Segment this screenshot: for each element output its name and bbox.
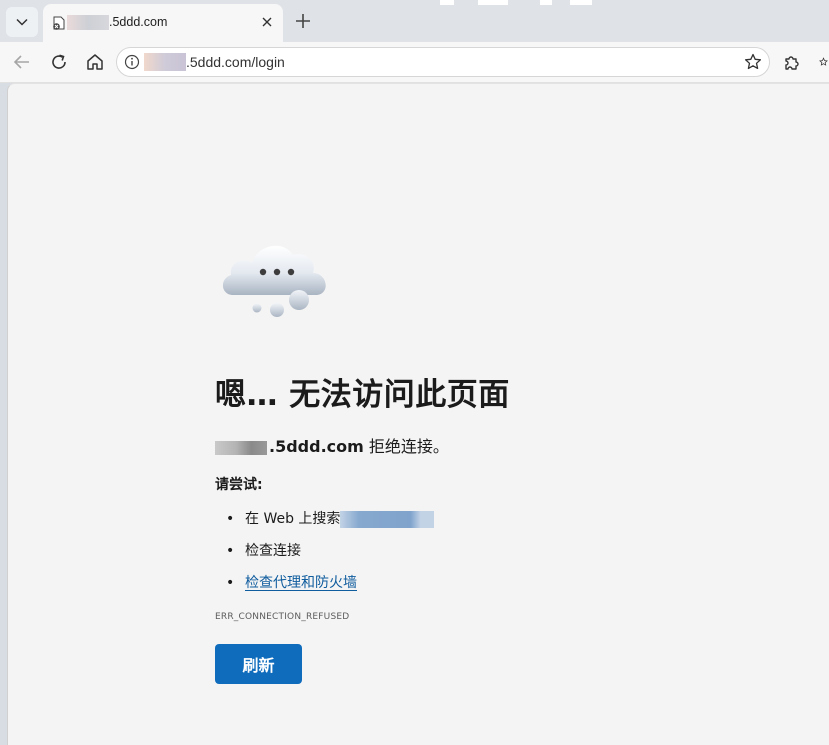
tab-actions-button[interactable] bbox=[6, 7, 38, 37]
suggestion-check-connection-label: 检查连接 bbox=[245, 543, 301, 559]
favorites-button[interactable] bbox=[818, 51, 829, 73]
background-logo-fragment bbox=[440, 0, 592, 5]
home-icon bbox=[87, 54, 103, 70]
search-query-redacted bbox=[340, 510, 435, 528]
reload-icon bbox=[52, 54, 66, 69]
extensions-button[interactable] bbox=[781, 51, 803, 73]
tab-title: .5ddd.com bbox=[109, 15, 168, 29]
suggestion-search-prefix: 在 Web 上搜索 bbox=[245, 511, 341, 527]
try-heading: 请尝试: bbox=[215, 477, 263, 493]
site-error-favicon bbox=[53, 16, 65, 30]
url-text[interactable]: .5ddd.com/login bbox=[186, 54, 285, 70]
refused-text: 拒绝连接。 bbox=[368, 437, 449, 456]
address-bar[interactable]: .5ddd.com/login bbox=[116, 47, 770, 77]
active-tab[interactable]: .5ddd.com bbox=[43, 4, 283, 42]
favorites-icon bbox=[819, 57, 828, 66]
tab-strip: .5ddd.com bbox=[0, 0, 829, 42]
error-host: .5ddd.com bbox=[269, 437, 364, 456]
back-icon bbox=[13, 55, 29, 69]
error-title: 嗯… 无法访问此页面 bbox=[215, 377, 510, 413]
star-icon[interactable] bbox=[743, 52, 763, 72]
refresh-button[interactable]: 刷新 bbox=[215, 644, 302, 684]
tab-title-redacted bbox=[67, 15, 109, 30]
extensions-icon bbox=[785, 56, 799, 70]
info-icon[interactable] bbox=[124, 54, 140, 70]
suggestion-check-connection: • 检查连接 bbox=[226, 543, 301, 559]
chevron-down-icon bbox=[16, 18, 28, 26]
close-icon[interactable] bbox=[260, 15, 274, 29]
error-page bbox=[7, 83, 829, 745]
reload-button[interactable] bbox=[48, 51, 70, 73]
back-button[interactable] bbox=[11, 51, 33, 73]
navigation-toolbar: .5ddd.com/login bbox=[0, 42, 829, 83]
url-redacted bbox=[144, 53, 186, 71]
suggestion-search-web: • 在 Web 上搜索 bbox=[226, 508, 435, 528]
home-button[interactable] bbox=[84, 51, 106, 73]
host-redacted bbox=[215, 440, 267, 455]
refused-message: .5ddd.com 拒绝连接。 bbox=[215, 433, 449, 457]
cloud-error-icon bbox=[222, 245, 326, 317]
proxy-firewall-link[interactable]: 检查代理和防火墙 bbox=[245, 575, 357, 591]
plus-icon[interactable] bbox=[292, 10, 314, 32]
suggestion-check-proxy-firewall: • 检查代理和防火墙 bbox=[226, 575, 357, 591]
error-code: ERR_CONNECTION_REFUSED bbox=[215, 612, 350, 622]
